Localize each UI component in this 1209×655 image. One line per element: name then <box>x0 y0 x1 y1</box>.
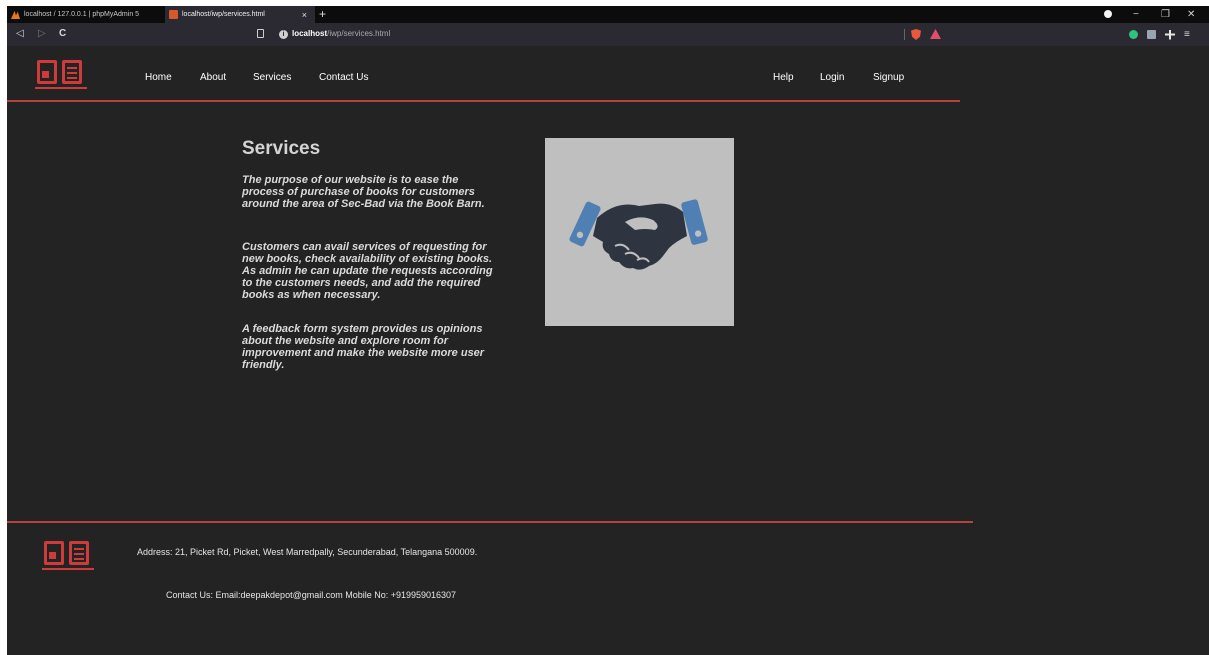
site-info-icon[interactable]: i <box>279 30 288 39</box>
services-image <box>545 138 734 326</box>
services-paragraph: Customers can avail services of requesti… <box>242 241 493 301</box>
back-button[interactable]: ◁ <box>16 27 24 41</box>
nav-about[interactable]: About <box>200 72 226 84</box>
tab-title: localhost/iwp/services.html <box>182 11 265 18</box>
services-paragraph: A feedback form system provides us opini… <box>242 323 485 371</box>
url-host: localhost <box>292 29 328 38</box>
nav-contact-us[interactable]: Contact Us <box>319 72 368 84</box>
handshake-icon <box>569 199 708 270</box>
url-text[interactable]: localhost/iwp/services.html <box>292 28 390 40</box>
brave-shield-icon[interactable] <box>911 29 921 40</box>
address-toolbar: ◁ ▷ C i localhost/iwp/services.html ≡ <box>7 23 1209 46</box>
url-path: /iwp/services.html <box>327 29 391 38</box>
footer-contact: Contact Us: Email:deepakdepot@gmail.com … <box>166 590 457 600</box>
tab-services[interactable]: localhost/iwp/services.html × <box>165 6 315 23</box>
header-divider <box>7 100 960 102</box>
minimize-button[interactable]: − <box>1133 6 1139 23</box>
tab-strip: localhost / 127.0.0.1 | phpMyAdmin 5 loc… <box>7 6 1209 23</box>
new-tab-button[interactable]: + <box>319 7 326 22</box>
close-window-button[interactable]: ✕ <box>1187 6 1195 23</box>
toolbar-divider <box>904 29 905 40</box>
site-favicon-icon <box>169 10 178 19</box>
nav-signup[interactable]: Signup <box>873 72 904 84</box>
webpage: Home About Services Contact Us Help Logi… <box>7 46 1209 655</box>
bookmark-icon[interactable] <box>257 29 264 38</box>
reload-button[interactable]: C <box>59 27 66 41</box>
services-paragraph: The purpose of our website is to ease th… <box>242 174 485 210</box>
profile-icon[interactable] <box>1104 10 1112 18</box>
brave-rewards-icon[interactable] <box>930 29 941 39</box>
extensions-bar: ≡ <box>1129 27 1190 42</box>
footer-logo-icon <box>42 541 94 571</box>
nav-help[interactable]: Help <box>773 72 794 84</box>
site-logo-icon[interactable] <box>35 60 87 90</box>
browser-window: localhost / 127.0.0.1 | phpMyAdmin 5 loc… <box>7 6 1209 655</box>
page-title: Services <box>242 138 321 159</box>
footer-address: Address: 21, Picket Rd, Picket, West Mar… <box>137 547 478 557</box>
tab-title: localhost / 127.0.0.1 | phpMyAdmin 5 <box>24 11 140 18</box>
url-bar[interactable]: i localhost/iwp/services.html <box>257 27 952 42</box>
nav-home[interactable]: Home <box>145 72 172 84</box>
phpmyadmin-favicon-icon <box>11 10 20 19</box>
menu-icon[interactable]: ≡ <box>1184 29 1190 40</box>
restore-button[interactable]: ❐ <box>1161 6 1170 23</box>
close-tab-icon[interactable]: × <box>302 10 307 20</box>
forward-button[interactable]: ▷ <box>38 27 46 41</box>
nav-services[interactable]: Services <box>253 72 291 84</box>
grammarly-extension-icon[interactable] <box>1129 30 1138 39</box>
footer-divider <box>7 521 973 523</box>
extension-icon[interactable] <box>1147 30 1156 39</box>
puzzle-extensions-icon[interactable] <box>1165 29 1175 40</box>
tab-phpmyadmin[interactable]: localhost / 127.0.0.1 | phpMyAdmin 5 <box>7 6 165 23</box>
nav-login[interactable]: Login <box>820 72 844 84</box>
